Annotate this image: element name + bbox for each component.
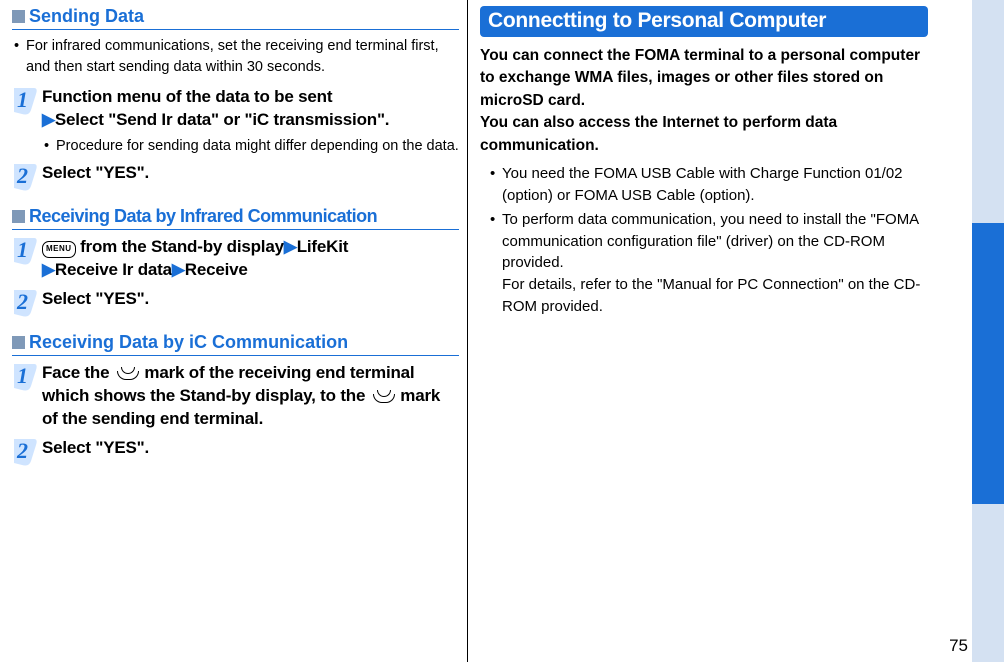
step-instruction: MENU from the Stand-by display▶LifeKit ▶… [42,236,459,282]
step-instruction: Select "YES". [42,288,459,311]
tab-segment-active [972,223,1004,504]
bullet-dot-icon: • [44,136,56,156]
bullet-dot-icon: • [490,209,502,318]
step-text-part: LifeKit [297,237,348,256]
step-instruction: Select "YES". [42,437,459,460]
step-item: 1 Face the mark of the receiving end ter… [12,362,459,431]
step-item: 2 Select "YES". [12,162,459,192]
bullet-item: • To perform data communication, you nee… [480,209,928,318]
side-tab: More Convenient 75 [943,0,1004,662]
arrow-icon: ▶ [42,260,55,279]
felica-mark-icon [114,363,140,381]
bullet-text: To perform data communication, you need … [502,209,928,318]
step-number: 2 [17,163,28,189]
tab-segment [972,0,1004,223]
step-text-part: Select "Send Ir data" or "iC transmissio… [55,110,389,129]
step-subnote-text: Procedure for sending data might differ … [56,136,459,156]
bullet-text: You need the FOMA USB Cable with Charge … [502,163,928,207]
subheading-ic: Receiving Data by iC Communication [12,332,459,356]
step-instruction: Face the mark of the receiving end termi… [42,362,459,431]
tab-segment [972,504,1004,662]
subheading-infrared: Receiving Data by Infrared Communication [12,206,459,230]
left-column: Sending Data • For infrared communicatio… [0,0,468,662]
step-text-part: from the Stand-by display [76,237,284,256]
step-item: 2 Select "YES". [12,437,459,467]
step-text-part: Receive Ir data [55,260,172,279]
menu-key-icon: MENU [42,241,76,258]
step-number: 2 [17,438,28,464]
step-item: 2 Select "YES". [12,288,459,318]
step-instruction: Select "YES". [42,162,459,185]
square-bullet-icon [12,336,25,349]
section-heading: Connectting to Personal Computer [480,6,928,37]
subheading-text: Receiving Data by Infrared Communication [29,206,377,227]
arrow-icon: ▶ [284,237,297,256]
step-number: 1 [17,237,28,263]
step-subnote: • Procedure for sending data might diffe… [42,136,459,156]
note-body: For infrared communications, set the rec… [26,36,459,78]
step-number: 2 [17,289,28,315]
step-number-badge: 1 [12,236,40,266]
side-tab-label: More Convenient [930,308,947,430]
intro-text: You can connect the FOMA terminal to a p… [480,45,928,157]
step-text-part: Face the [42,363,114,382]
arrow-icon: ▶ [42,110,55,129]
subheading-text: Receiving Data by iC Communication [29,332,348,353]
bullet-item: • You need the FOMA USB Cable with Charg… [480,163,928,207]
step-number-badge: 2 [12,437,40,467]
square-bullet-icon [12,10,25,23]
step-number-badge: 2 [12,162,40,192]
step-number: 1 [17,363,28,389]
step-text-part: Receive [185,260,248,279]
step-number: 1 [17,87,28,113]
square-bullet-icon [12,210,25,223]
subheading-sending-data: Sending Data [12,6,459,30]
page-number: 75 [949,636,968,656]
step-number-badge: 1 [12,86,40,116]
bullet-dot-icon: • [490,163,502,207]
step-number-badge: 2 [12,288,40,318]
step-number-badge: 1 [12,362,40,392]
note-text: • For infrared communications, set the r… [12,36,459,78]
step-instruction: Function menu of the data to be sent ▶Se… [42,86,459,132]
right-column: Connectting to Personal Computer You can… [468,0,936,662]
step-item: 1 Function menu of the data to be sent ▶… [12,86,459,156]
step-text-part: Function menu of the data to be sent [42,87,332,106]
felica-mark-icon [370,386,396,404]
bullet-dot-icon: • [14,36,26,78]
subheading-text: Sending Data [29,6,144,27]
arrow-icon: ▶ [172,260,185,279]
step-item: 1 MENU from the Stand-by display▶LifeKit… [12,236,459,282]
